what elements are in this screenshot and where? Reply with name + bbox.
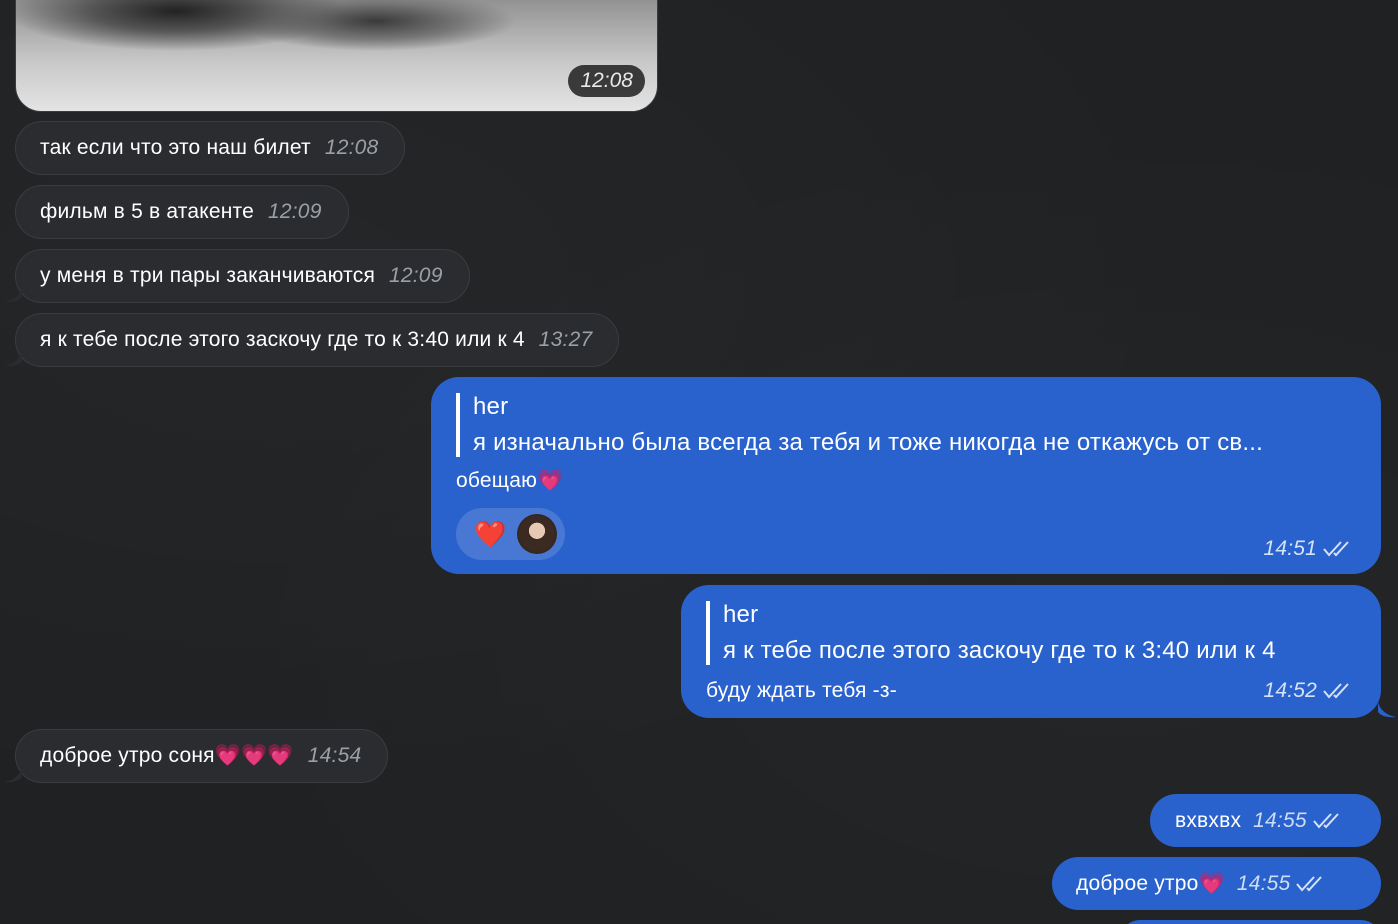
incoming-message[interactable]: так если что это наш билет 12:08 [15,121,406,175]
incoming-message[interactable]: доброе утро соня💗💗💗 14:54 [15,729,389,783]
message-text: у меня в три пары заканчиваются [40,264,376,287]
message-time: 12:08 [568,65,645,97]
message-time: 12:08 [324,136,379,159]
message-time: 14:51 [1263,537,1317,560]
message-time: 12:09 [268,200,322,223]
reaction-bar[interactable]: ❤️ [456,508,565,560]
bubble-tail [1378,702,1396,718]
double-check-icon [1323,541,1349,557]
outgoing-message[interactable]: вхвхвх 14:55 [1150,794,1381,847]
message-time: 14:52 [1263,679,1317,702]
message-text: обещаю💗 [456,469,564,492]
double-check-icon [1312,812,1339,829]
double-check-icon [1323,683,1349,699]
reply-text: я изначально была всегда за тебя и тоже … [473,429,1263,456]
message-text: вхвхвх [1175,808,1242,832]
outgoing-message[interactable]: her я изначально была всегда за тебя и т… [431,377,1381,574]
reply-quote[interactable]: her я к тебе после этого заскочу где то … [706,601,1276,665]
bubble-tail [4,351,22,367]
bubble-tail [4,287,22,303]
message-time: 14:55 [1236,871,1291,895]
photo-message[interactable]: 12:08 [15,0,658,112]
message-text: доброе утро💗 [1076,871,1225,895]
reply-author: her [473,393,509,420]
message-time: 14:55 [1253,808,1307,832]
message-text: фильм в 5 в атакенте [40,200,255,223]
chat-view: 12:08 так если что это наш билет 12:08 ф… [0,0,1398,924]
outgoing-message[interactable]: доброе утро💗 14:55 [1052,857,1381,910]
reply-author: her [723,601,759,628]
message-time: 12:09 [389,264,443,287]
incoming-message[interactable]: у меня в три пары заканчиваются 12:09 [15,249,470,303]
incoming-message[interactable]: я к тебе после этого заскочу где то к 3:… [15,313,620,367]
outgoing-message[interactable]: her я к тебе после этого заскочу где то … [681,585,1381,718]
reply-text: я к тебе после этого заскочу где то к 3:… [723,637,1276,664]
heart-icon[interactable]: ❤️ [474,519,507,550]
bubble-tail [4,767,22,783]
message-text: так если что это наш билет [40,136,311,159]
message-status: 14:52 [1263,679,1353,703]
message-status: 14:51 [1263,537,1353,561]
avatar [516,514,557,554]
message-text: буду ждать тебя -з- [706,679,897,702]
outgoing-message[interactable] [1120,920,1381,924]
incoming-message[interactable]: фильм в 5 в атакенте 12:09 [15,185,349,239]
message-text: я к тебе после этого заскочу где то к 3:… [40,328,525,351]
message-text: доброе утро соня💗💗💗 [40,744,294,767]
double-check-icon [1296,875,1323,892]
reply-quote[interactable]: her я изначально была всегда за тебя и т… [456,393,1263,457]
message-time: 14:54 [307,744,362,767]
message-time: 13:27 [538,328,593,351]
